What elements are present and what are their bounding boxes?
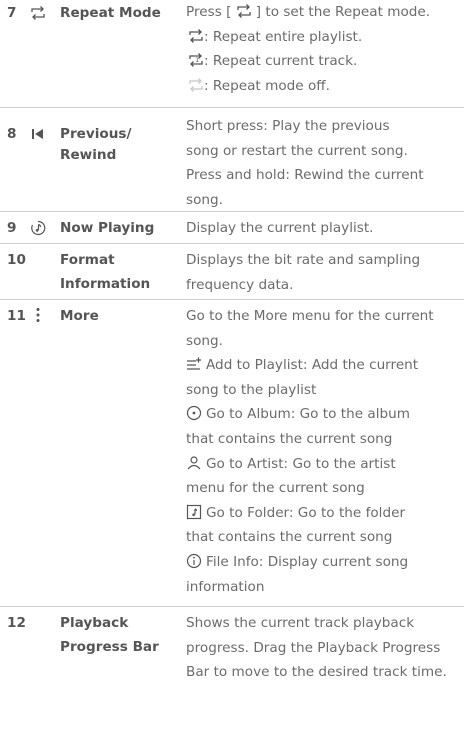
repeat-one-icon: 1	[189, 53, 203, 68]
row-name: Playback Progress Bar	[60, 615, 159, 655]
row-name: Format Information	[60, 252, 151, 292]
add-to-playlist-icon	[187, 357, 201, 370]
artist-icon	[187, 455, 201, 469]
row-description: Displays the bit rate and sampling frequ…	[186, 252, 421, 293]
table-row-repeat-mode: 7 Repeat Mode Press [ ] to set the Repea…	[0, 0, 464, 108]
table-row-more: 11 More Go to the More menu for the curr…	[0, 300, 464, 607]
table-row-previous-rewind: 8 Previous/ Rewind Short press: Play the…	[0, 108, 464, 212]
table-row-now-playing: 9 Now Playing Display the current playli…	[0, 212, 464, 244]
row-number: 11	[7, 308, 26, 324]
row-description: Press [ ] to set the Repeat mode. : Repe…	[186, 4, 431, 94]
album-icon	[186, 406, 202, 421]
row-name: Now Playing	[60, 220, 155, 236]
row-name: Repeat Mode	[60, 5, 161, 21]
repeat-all-icon	[189, 28, 203, 43]
more-icon	[30, 307, 46, 323]
svg-text:1: 1	[195, 57, 199, 64]
folder-icon	[186, 504, 202, 519]
row-description: Display the current playlist.	[186, 220, 374, 236]
row-number: 10	[7, 252, 26, 268]
row-number: 8	[7, 126, 17, 142]
row-number: 7	[7, 5, 17, 21]
previous-rewind-icon	[30, 126, 46, 142]
info-icon	[186, 553, 202, 569]
row-name: More	[60, 308, 99, 324]
repeat-icon	[30, 5, 46, 21]
table-row-playback-progress-bar: 12 Playback Progress Bar Shows the curre…	[0, 607, 464, 730]
now-playing-icon	[30, 220, 46, 236]
row-description: Shows the current track playback progres…	[186, 615, 447, 681]
row-description: Go to the More menu for the current song…	[186, 308, 434, 595]
row-number: 12	[7, 615, 26, 631]
row-description: Short press: Play the previous song or r…	[186, 118, 424, 208]
repeat-off-icon	[189, 77, 203, 92]
table-row-format-information: 10 Format Information Displays the bit r…	[0, 244, 464, 300]
repeat-icon	[237, 4, 251, 18]
row-name: Previous/ Rewind	[60, 126, 132, 163]
row-number: 9	[7, 220, 17, 236]
